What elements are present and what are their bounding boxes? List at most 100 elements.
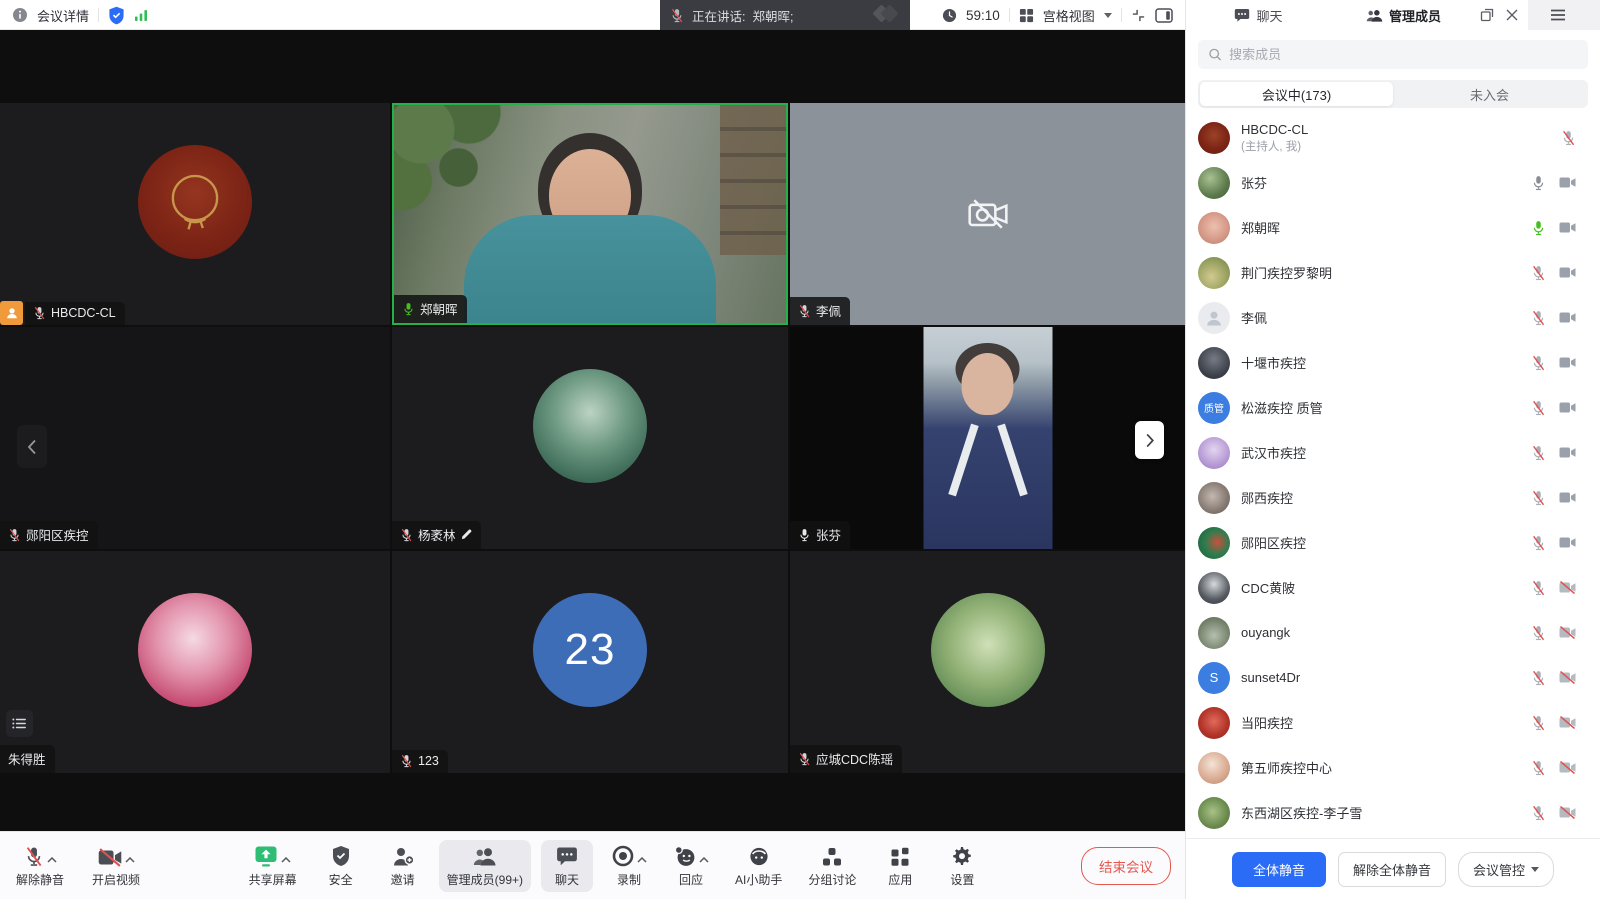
video-tile-123[interactable]: 23 123 [392,551,788,773]
unmute-all-button[interactable]: 解除全体静音 [1338,852,1446,887]
signal-bars-icon[interactable] [134,8,148,22]
video-tile-yingcheng[interactable]: 应城CDC陈瑶 [790,551,1185,773]
member-row[interactable]: 质管 松滋疾控 质管 [1186,385,1600,430]
search-input[interactable] [1229,47,1578,62]
meeting-control-button[interactable]: 会议管控 [1458,852,1554,887]
next-page-arrow[interactable] [1135,421,1164,459]
settings-button[interactable]: 设置 [936,840,988,892]
mic-icon[interactable] [1531,760,1546,776]
camera-icon[interactable] [1559,311,1576,324]
unmute-button[interactable]: 解除静音 [8,840,72,892]
member-row[interactable]: 李佩 [1186,295,1600,340]
side-panel-layout-icon[interactable] [1155,8,1173,23]
tab-chat[interactable]: 聊天 [1186,0,1331,30]
member-row[interactable]: CDC黄陂 [1186,565,1600,610]
chevron-up-icon[interactable] [125,857,135,863]
camera-icon[interactable] [1559,221,1576,234]
apps-button[interactable]: 应用 [874,840,926,892]
member-name: 武汉市疾控 [1241,443,1520,462]
member-row[interactable]: 张芬 [1186,160,1600,205]
camera-icon[interactable] [1559,581,1576,594]
camera-icon[interactable] [1559,671,1576,684]
mic-icon[interactable] [1531,580,1546,596]
security-shield-icon[interactable] [108,6,125,25]
reactions-button[interactable]: 回应 [665,840,717,892]
view-mode-selector[interactable]: 宫格视图 [1043,6,1095,25]
mic-icon[interactable] [1531,625,1546,641]
camera-icon[interactable] [1559,176,1576,189]
chevron-up-icon[interactable] [281,857,291,863]
mic-icon[interactable] [1531,715,1546,731]
rename-pencil-icon[interactable] [461,529,472,540]
member-row[interactable]: S sunset4Dr [1186,655,1600,700]
mic-icon[interactable] [1531,220,1546,236]
camera-icon[interactable] [1559,446,1576,459]
member-row[interactable]: 郧阳区疾控 [1186,520,1600,565]
video-tile-yangmaolin[interactable]: 杨袤林 [392,327,788,549]
record-button[interactable]: 录制 [603,840,655,892]
close-panel-icon[interactable] [1506,9,1518,21]
camera-icon[interactable] [1559,536,1576,549]
member-row[interactable]: 郧西疾控 [1186,475,1600,520]
chevron-up-icon[interactable] [47,857,57,863]
camera-icon[interactable] [1559,356,1576,369]
chevron-up-icon[interactable] [699,857,709,863]
member-row[interactable]: 荆门疾控罗黎明 [1186,250,1600,295]
member-row[interactable]: 当阳疾控 [1186,700,1600,745]
share-screen-button[interactable]: 共享屏幕 [241,840,305,892]
video-tile-lipei[interactable]: 李佩 [790,103,1185,325]
segment-in-meeting[interactable]: 会议中(173) [1200,82,1393,106]
previous-page-arrow[interactable] [17,425,47,468]
member-row[interactable]: 十堰市疾控 [1186,340,1600,385]
end-meeting-button[interactable]: 结束会议 [1081,847,1171,885]
chat-button[interactable]: 聊天 [541,840,593,892]
mute-all-button[interactable]: 全体静音 [1232,852,1326,887]
tab-manage-members[interactable]: 管理成员 [1331,0,1476,30]
mic-icon[interactable] [1531,355,1546,371]
member-row[interactable]: ouyangk [1186,610,1600,655]
camera-icon[interactable] [1559,761,1576,774]
tile-list-menu-button[interactable] [6,710,33,737]
member-search-box[interactable] [1198,40,1588,69]
start-video-button[interactable]: 开启视频 [84,840,148,892]
member-row[interactable]: 东西湖区疾控-李子雪 [1186,790,1600,835]
video-tile-zhengzhaohui[interactable]: 郑朝晖 [392,103,788,325]
member-row[interactable]: 武汉市疾控 [1186,430,1600,475]
video-tile-zhangfen[interactable]: 张芬 [790,327,1185,549]
manage-members-button[interactable]: 管理成员(99+) [439,840,531,892]
member-row[interactable]: HBCDC-CL (主持人, 我) [1186,115,1600,160]
meeting-details-link[interactable]: 会议详情 [37,6,89,25]
mic-icon[interactable] [1531,805,1546,821]
camera-icon[interactable] [1559,806,1576,819]
member-row[interactable]: 郑朝晖 [1186,205,1600,250]
member-row[interactable]: 第五师疾控中心 [1186,745,1600,790]
tile-name-pill: 张芬 [790,521,850,549]
mic-icon[interactable] [1531,670,1546,686]
camera-icon[interactable] [1559,401,1576,414]
mic-icon[interactable] [1561,130,1576,146]
mic-icon[interactable] [1531,265,1546,281]
mic-icon[interactable] [1531,400,1546,416]
video-tile-hbcdc-cl[interactable]: HBCDC-CL [0,103,390,325]
mic-icon[interactable] [1531,535,1546,551]
breakout-rooms-button[interactable]: 分组讨论 [800,840,864,892]
camera-icon[interactable] [1559,491,1576,504]
segment-not-joined[interactable]: 未入会 [1393,82,1586,106]
chevron-up-icon[interactable] [637,857,647,863]
camera-icon[interactable] [1559,626,1576,639]
camera-icon[interactable] [1559,716,1576,729]
video-tile-zhudesheng[interactable]: 朱得胜 [0,551,390,773]
invite-button[interactable]: 邀请 [377,840,429,892]
exit-fullscreen-icon[interactable] [1131,8,1146,23]
mic-icon[interactable] [1531,175,1546,191]
mic-icon[interactable] [1531,310,1546,326]
member-list[interactable]: HBCDC-CL (主持人, 我) 张芬 [1186,115,1600,838]
security-button[interactable]: 安全 [315,840,367,892]
camera-icon[interactable] [1559,266,1576,279]
menu-icon[interactable] [1550,9,1566,21]
ai-assistant-button[interactable]: AI小助手 [727,840,790,892]
mic-icon[interactable] [1531,490,1546,506]
mic-icon[interactable] [1531,445,1546,461]
video-tile-yunyangqu[interactable]: 郧阳区疾控 [0,327,390,549]
popout-panel-icon[interactable] [1480,8,1494,22]
